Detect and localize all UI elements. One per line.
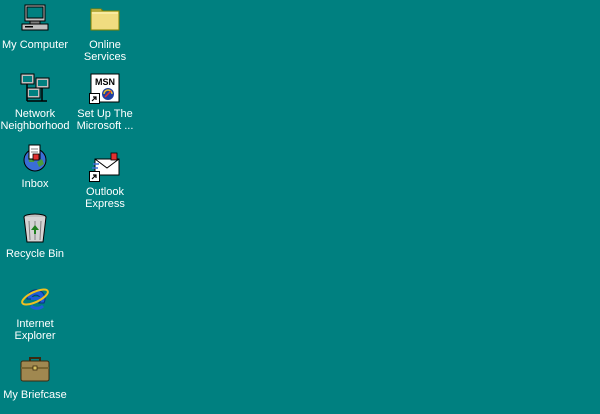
desktop-icon-inbox[interactable]: Inbox	[0, 142, 72, 190]
desktop-icon-label: Outlook Express	[85, 186, 125, 210]
desktop[interactable]: My Computer Network Neighborhood Inbox R…	[0, 0, 600, 414]
desktop-icon-internet-explorer[interactable]: Internet Explorer	[0, 282, 72, 342]
desktop-icon-outlook-express[interactable]: Outlook Express	[68, 150, 142, 210]
desktop-icon-label: Network Neighborhood	[0, 108, 70, 132]
desktop-icon-label: Recycle Bin	[5, 248, 65, 260]
desktop-icon-my-computer[interactable]: My Computer	[0, 3, 72, 51]
desktop-icon-recycle-bin[interactable]: Recycle Bin	[0, 212, 72, 260]
inbox-icon	[19, 142, 51, 174]
briefcase-icon	[19, 353, 51, 385]
computer-icon	[19, 3, 51, 35]
desktop-icon-network-neighborhood[interactable]: Network Neighborhood	[0, 72, 72, 132]
desktop-icon-online-services[interactable]: Online Services	[68, 3, 142, 63]
shortcut-arrow-icon	[89, 171, 100, 182]
desktop-icon-label: My Computer	[1, 39, 69, 51]
network-icon	[19, 72, 51, 104]
shortcut-arrow-icon	[89, 93, 100, 104]
desktop-icon-label: Set Up The Microsoft ...	[76, 108, 134, 132]
desktop-icon-my-briefcase[interactable]: My Briefcase	[0, 353, 72, 401]
desktop-icon-label: My Briefcase	[3, 389, 67, 401]
folder-icon	[89, 3, 121, 35]
msn-icon: MSN	[89, 72, 121, 104]
desktop-icon-setup-msn[interactable]: MSN Set Up The Microsoft ...	[68, 72, 142, 132]
desktop-icon-label: Online Services	[83, 39, 127, 63]
recycle-bin-icon	[19, 212, 51, 244]
desktop-icon-label: Inbox	[21, 178, 49, 190]
internet-explorer-icon	[19, 282, 51, 314]
outlook-express-icon	[89, 150, 121, 182]
svg-text:MSN: MSN	[95, 77, 115, 87]
desktop-icon-label: Internet Explorer	[14, 318, 56, 342]
